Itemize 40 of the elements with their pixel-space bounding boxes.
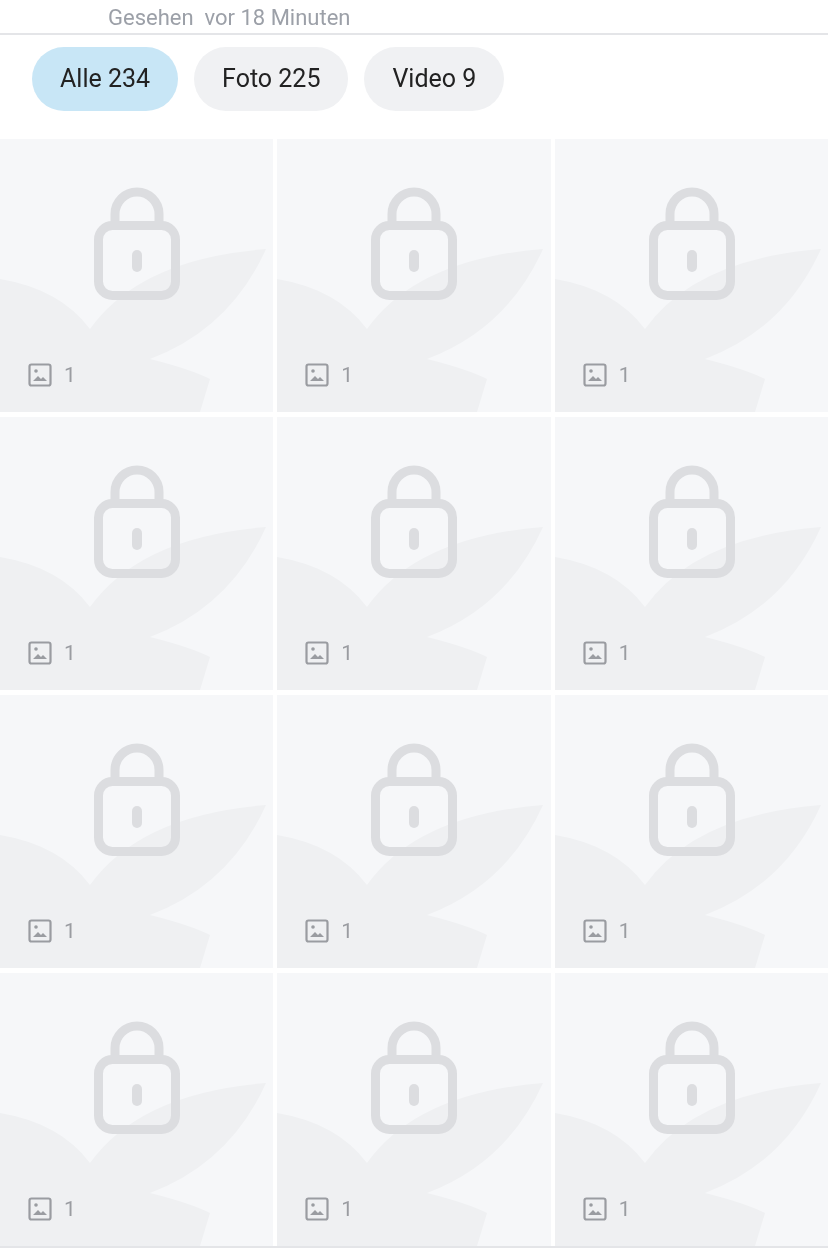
filter-chip[interactable]: Video 9 — [364, 47, 505, 111]
image-icon — [305, 919, 330, 943]
filter-chip[interactable]: Foto 225 — [194, 47, 349, 111]
locked-media-tile[interactable]: 1 — [0, 417, 274, 690]
image-icon — [28, 1197, 52, 1221]
image-icon — [305, 1197, 330, 1221]
media-count: 1 — [618, 364, 631, 386]
media-count: 1 — [341, 642, 354, 664]
locked-media-tile[interactable]: 1 — [0, 139, 274, 412]
image-icon — [28, 919, 52, 943]
locked-media-tile[interactable]: 1 — [277, 973, 551, 1246]
locked-media-tile[interactable]: 1 — [277, 695, 551, 968]
locked-media-tile[interactable]: 1 — [554, 139, 828, 412]
media-count: 1 — [341, 364, 354, 386]
image-icon — [28, 641, 52, 665]
media-count: 1 — [64, 1198, 76, 1220]
image-icon — [305, 641, 330, 665]
locked-media-tile[interactable]: 1 — [554, 973, 828, 1246]
image-icon — [582, 919, 607, 943]
image-icon — [28, 363, 52, 387]
media-count: 1 — [64, 642, 76, 664]
locked-media-tile[interactable]: 1 — [554, 417, 828, 690]
media-count: 1 — [341, 920, 354, 942]
locked-media-tile[interactable]: 1 — [277, 139, 551, 412]
media-count: 1 — [618, 642, 631, 664]
locked-media-tile[interactable]: 1 — [0, 695, 274, 968]
locked-media-tile[interactable]: 1 — [554, 695, 828, 968]
image-icon — [582, 1197, 607, 1221]
media-count: 1 — [618, 920, 631, 942]
media-count: 1 — [618, 1198, 631, 1220]
locked-media-tile[interactable]: 1 — [0, 973, 274, 1246]
image-icon — [582, 641, 607, 665]
media-count: 1 — [341, 1198, 354, 1220]
media-count: 1 — [64, 920, 76, 942]
filter-chip[interactable]: Alle 234 — [32, 47, 179, 111]
image-icon — [582, 363, 607, 387]
locked-media-tile[interactable]: 1 — [277, 417, 551, 690]
last-seen-text: Gesehen vor 18 Minuten — [108, 4, 351, 32]
media-count: 1 — [64, 364, 76, 386]
image-icon — [305, 363, 330, 387]
